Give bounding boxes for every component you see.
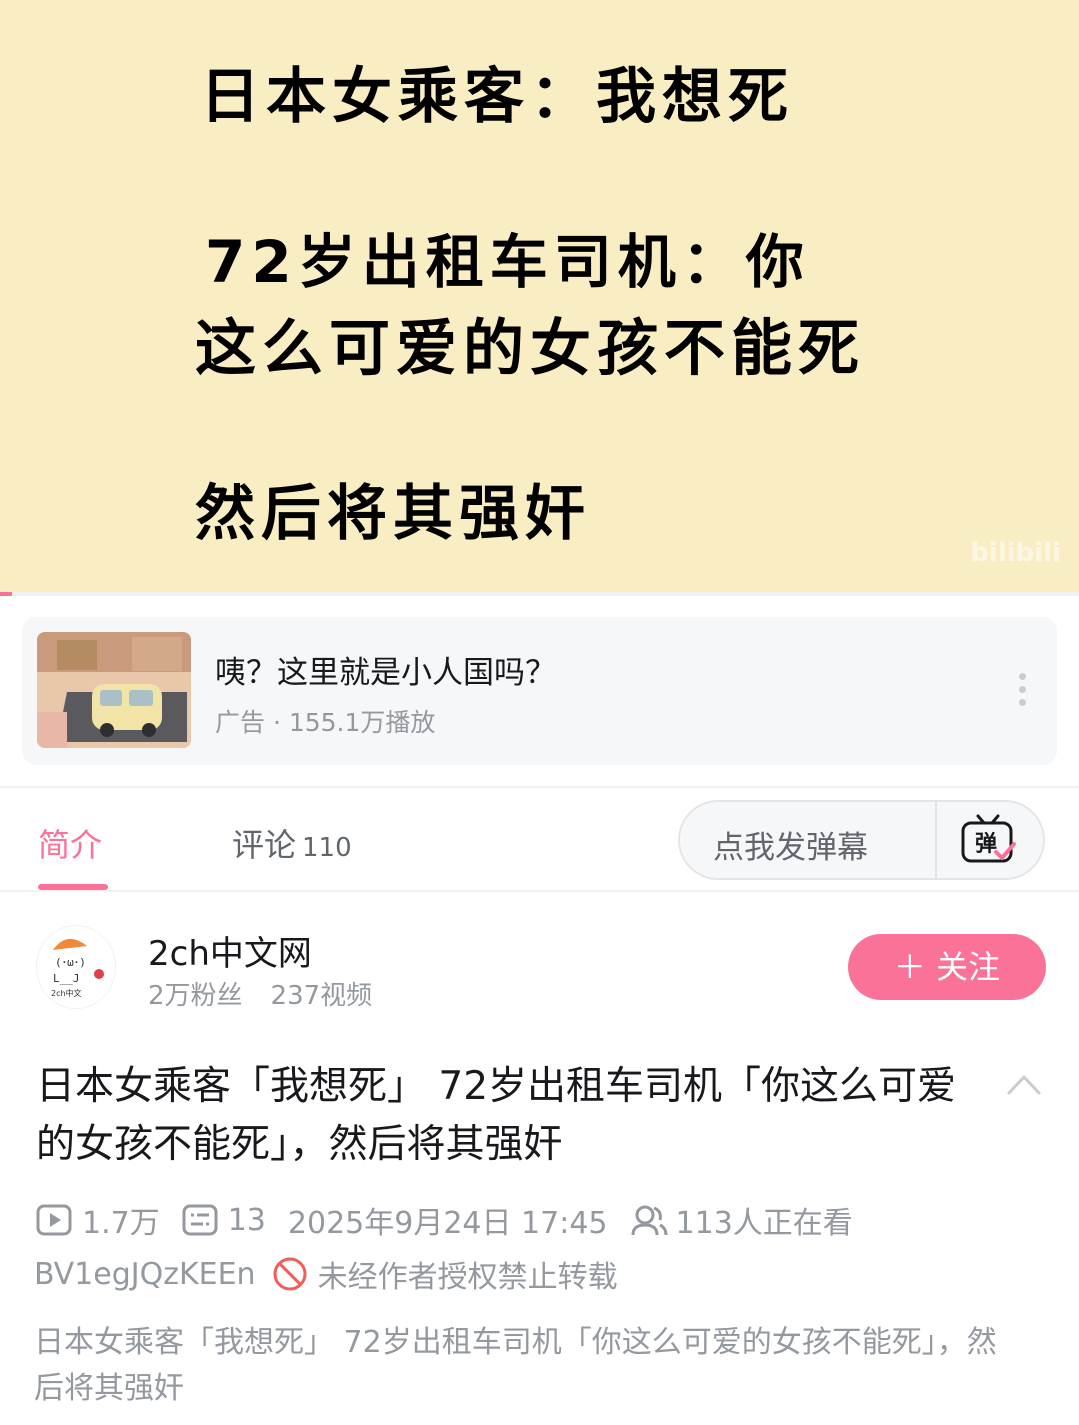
- video-title: 日本女乘客「我想死」 72岁出租车司机「你这么可爱的女孩不能死」，然后将其强奸: [36, 1064, 957, 1167]
- svg-text:L__J: L__J: [53, 972, 80, 985]
- divider: [0, 786, 1079, 788]
- tabs-divider: [0, 890, 1079, 892]
- ad-thumbnail: [37, 632, 191, 748]
- danmaku-count: 13: [227, 1202, 266, 1238]
- danmaku-placeholder: 点我发弹幕: [713, 830, 868, 866]
- comments-count: 110: [302, 833, 352, 863]
- uploader-fans: 2万粉丝: [148, 981, 243, 1011]
- svg-text:2ch中文: 2ch中文: [51, 988, 82, 998]
- uploader-videos: 237视频: [270, 981, 373, 1011]
- watching-count: 113人正在看: [675, 1206, 853, 1241]
- progress-fill: [0, 592, 12, 596]
- bvid-row: BV1egJQzKEEn 未经作者授权禁止转载: [34, 1252, 618, 1296]
- publish-datetime: 2025年9月24日 17:45: [287, 1206, 608, 1241]
- play-count-icon: [36, 1203, 74, 1237]
- danmaku-count-icon: [182, 1203, 220, 1237]
- svg-text:(･ω･): (･ω･): [55, 956, 86, 969]
- video-caption-line4: 然后将其强奸: [195, 479, 591, 549]
- video-caption-line1: 日本女乘客：我想死: [200, 62, 794, 132]
- video-player[interactable]: 日本女乘客：我想死 72岁出租车司机：你 这么可爱的女孩不能死 然后将其强奸 b…: [0, 0, 1079, 592]
- no-repost-icon: [272, 1256, 308, 1292]
- video-progress-bar[interactable]: [0, 592, 1079, 596]
- video-caption-line3: 这么可爱的女孩不能死: [195, 313, 866, 384]
- ad-card[interactable]: 咦？这里就是小人国吗？ 广告 · 155.1万播放: [22, 617, 1057, 765]
- tab-comments-label: 评论: [232, 826, 297, 864]
- tab-comments[interactable]: 评论 110: [232, 820, 352, 866]
- video-stats: 1.7万 13 2025年9月24日 17:45 113人正在看: [36, 1198, 853, 1242]
- viewers-icon: [630, 1203, 668, 1237]
- danmaku-divider: [935, 802, 937, 878]
- ad-title[interactable]: 咦？这里就是小人国吗？: [215, 647, 556, 692]
- ad-meta: 广告 · 155.1万播放: [215, 708, 436, 737]
- video-description: 日本女乘客「我想死」 72岁出租车司机「你这么可爱的女孩不能死」，然后将其强奸: [34, 1325, 997, 1406]
- copyright-notice: 未经作者授权禁止转载: [317, 1260, 618, 1295]
- uploader-name[interactable]: 2ch中文网: [148, 926, 312, 975]
- chevron-up-icon[interactable]: [1006, 1072, 1042, 1096]
- danmaku-input[interactable]: 点我发弹幕 弹: [678, 800, 1045, 880]
- watermark: bilibili: [970, 538, 1061, 568]
- video-caption-line2: 72岁出租车司机：你: [205, 228, 810, 296]
- svg-text:弹: 弹: [975, 832, 997, 857]
- tab-intro[interactable]: 简介: [38, 820, 102, 866]
- bvid: BV1egJQzKEEn: [34, 1256, 256, 1292]
- danmaku-toggle-icon[interactable]: 弹: [960, 814, 1016, 866]
- follow-button[interactable]: ＋ 关注: [848, 934, 1046, 1000]
- uploader-avatar[interactable]: (･ω･) L__J 2ch中文: [36, 925, 116, 1009]
- more-options-icon[interactable]: [1017, 673, 1027, 709]
- view-count: 1.7万: [82, 1206, 160, 1241]
- uploader-stats: 2万粉丝 237视频: [148, 975, 372, 1012]
